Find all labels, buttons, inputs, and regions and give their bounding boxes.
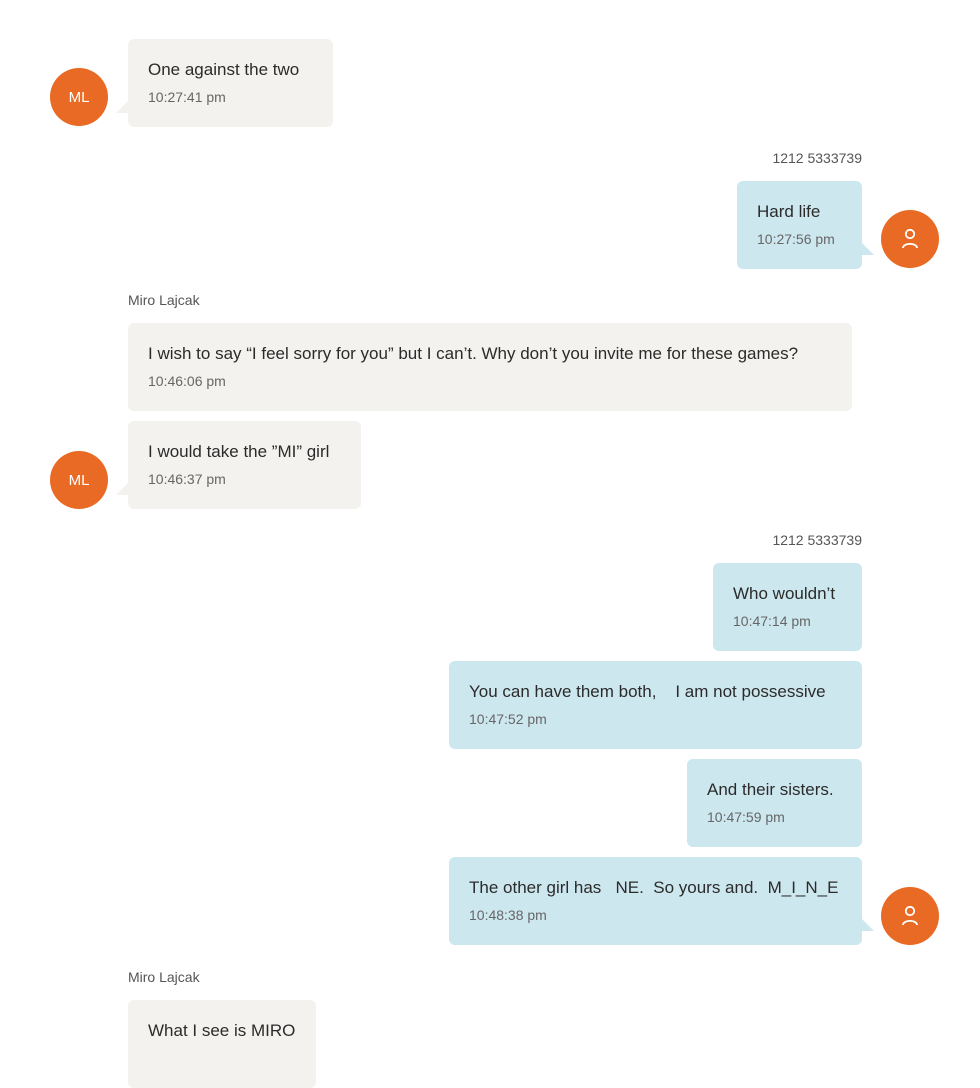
avatar[interactable]: ML bbox=[50, 451, 108, 509]
avatar[interactable] bbox=[881, 210, 939, 268]
sender-label: Miro Lajcak bbox=[128, 292, 200, 308]
message-bubble-incoming[interactable]: One against the two 10:27:41 pm bbox=[116, 39, 333, 127]
message-bubble-outgoing[interactable]: Hard life 10:27:56 pm bbox=[737, 181, 874, 269]
message-text: Who wouldn’t bbox=[733, 584, 836, 603]
message-text: Hard life bbox=[757, 202, 821, 221]
sender-label: Miro Lajcak bbox=[128, 969, 200, 985]
message-bubble-incoming[interactable]: I wish to say “I feel sorry for you” but… bbox=[128, 323, 852, 411]
message-text: And their sisters. bbox=[707, 780, 834, 799]
avatar[interactable] bbox=[881, 887, 939, 945]
message-timestamp: 10:27:56 pm bbox=[757, 231, 835, 247]
avatar-initials: ML bbox=[68, 471, 90, 489]
person-icon bbox=[902, 228, 918, 249]
message-text: One against the two bbox=[148, 60, 300, 79]
message-timestamp: 10:47:52 pm bbox=[469, 711, 547, 727]
sender-label: 1212 5333739 bbox=[772, 150, 862, 166]
message-bubble-incoming[interactable]: What I see is MIRO bbox=[128, 1000, 316, 1088]
message-bubble-outgoing[interactable]: Who wouldn’t 10:47:14 pm bbox=[713, 563, 862, 651]
message-text: You can have them both, I am not possess… bbox=[469, 682, 826, 701]
message-timestamp: 10:46:06 pm bbox=[148, 373, 226, 389]
message-timestamp: 10:46:37 pm bbox=[148, 471, 226, 487]
message-text: I wish to say “I feel sorry for you” but… bbox=[148, 344, 799, 363]
message-timestamp: 10:47:14 pm bbox=[733, 613, 811, 629]
message-text: The other girl has NE. So yours and. M_I… bbox=[469, 878, 839, 897]
message-bubble-outgoing[interactable]: You can have them both, I am not possess… bbox=[449, 661, 862, 749]
message-bubble-outgoing[interactable]: And their sisters. 10:47:59 pm bbox=[687, 759, 862, 847]
person-icon bbox=[902, 905, 918, 926]
message-timestamp: 10:48:38 pm bbox=[469, 907, 547, 923]
message-bubble-outgoing[interactable]: The other girl has NE. So yours and. M_I… bbox=[449, 857, 874, 945]
message-text: I would take the ”MI” girl bbox=[148, 442, 330, 461]
avatar-initials: ML bbox=[68, 88, 90, 106]
message-text: What I see is MIRO bbox=[148, 1021, 296, 1040]
sender-label: 1212 5333739 bbox=[772, 532, 862, 548]
message-timestamp: 10:27:41 pm bbox=[148, 89, 226, 105]
avatar[interactable]: ML bbox=[50, 68, 108, 126]
message-timestamp: 10:47:59 pm bbox=[707, 809, 785, 825]
message-bubble-incoming[interactable]: I would take the ”MI” girl 10:46:37 pm bbox=[116, 421, 361, 509]
